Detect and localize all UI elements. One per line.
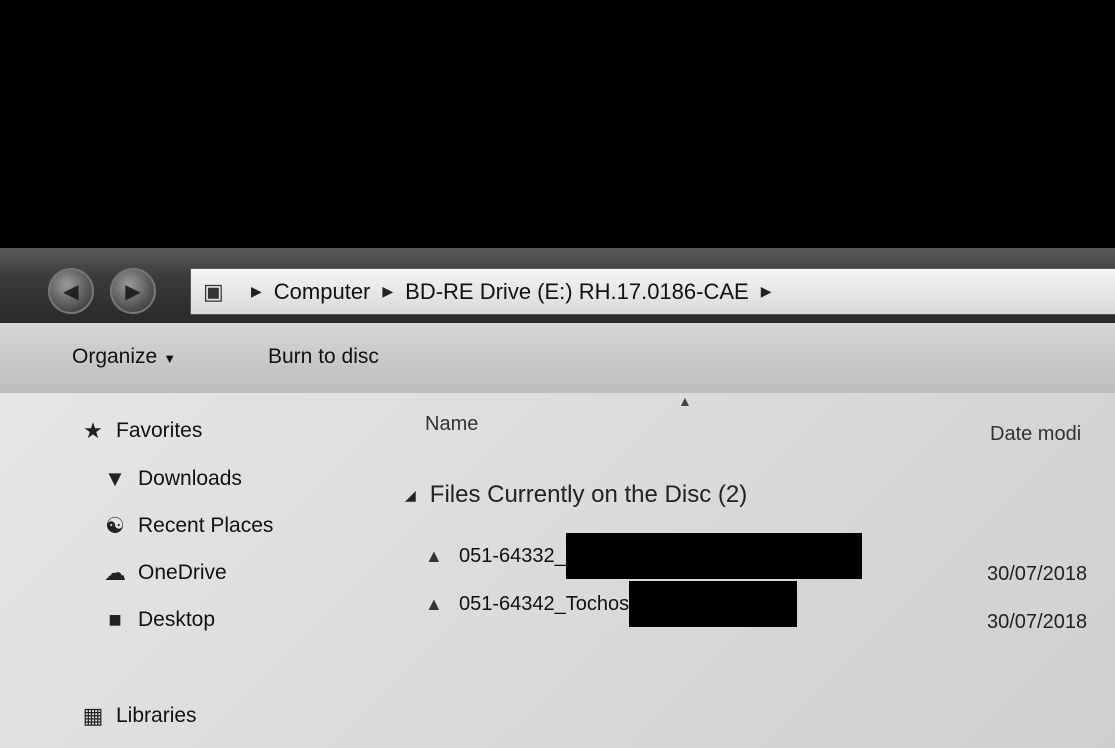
file-name: 051-64342_Tochos [459, 592, 630, 615]
file-row[interactable]: ▲ 051-64332_ [425, 533, 862, 579]
breadcrumb-drive[interactable]: BD-RE Drive (E:) RH.17.0186-CAE [405, 279, 749, 305]
desktop-icon: ■ [108, 607, 122, 632]
redaction-box [565, 533, 862, 579]
nav-downloads[interactable]: ▼ Downloads [100, 466, 242, 492]
organize-button[interactable]: Organize ▼ [72, 345, 176, 369]
file-date: 30/07/2018 [987, 611, 1088, 633]
file-row[interactable]: ▲ 051-64342_Tochos [425, 581, 798, 627]
dark-background [0, 0, 1115, 248]
nav-recent-places-label: Recent Places [138, 514, 274, 537]
file-list-pane: ▲ Name Date modi ◢ Files Currently on th… [390, 393, 1115, 748]
nav-onedrive-label: OneDrive [138, 561, 227, 584]
burn-to-disc-button[interactable]: Burn to disc [268, 345, 379, 369]
explorer-window: ◀ ▶ ▣ ▶ Computer ▶ BD-RE Drive (E:) RH.1… [0, 248, 1115, 748]
column-header-date-modified[interactable]: Date modi [990, 423, 1081, 446]
group-header-label: Files Currently on the Disc (2) [429, 481, 748, 508]
file-icon: ▲ [425, 545, 443, 566]
file-date: 30/07/2018 [987, 563, 1088, 585]
nav-desktop-label: Desktop [138, 608, 216, 631]
file-name: 051-64332_ [459, 544, 566, 567]
downloads-icon: ▼ [104, 466, 126, 491]
cloud-icon: ☁ [104, 560, 126, 585]
navigation-pane: ★ Favorites ▼ Downloads ☯ Recent Places … [0, 393, 390, 748]
recent-places-icon: ☯ [105, 513, 125, 538]
title-bar: ◀ ▶ ▣ ▶ Computer ▶ BD-RE Drive (E:) RH.1… [0, 248, 1115, 323]
collapse-triangle-icon[interactable]: ◢ [405, 487, 416, 504]
drive-icon: ▣ [203, 278, 224, 304]
nav-favorites[interactable]: ★ Favorites [78, 418, 202, 444]
star-icon: ★ [83, 418, 103, 443]
nav-desktop[interactable]: ■ Desktop [100, 607, 215, 633]
nav-libraries[interactable]: ▦ Libraries [78, 703, 197, 729]
nav-downloads-label: Downloads [138, 467, 242, 490]
breadcrumb-separator-icon[interactable]: ▶ [382, 283, 393, 300]
forward-button[interactable]: ▶ [110, 268, 156, 314]
chevron-down-icon: ▼ [163, 351, 177, 366]
column-header-name[interactable]: Name [425, 413, 478, 436]
nav-favorites-label: Favorites [116, 419, 203, 442]
sort-arrow-icon: ▲ [678, 393, 692, 409]
forward-arrow-icon: ▶ [125, 279, 141, 303]
breadcrumb-computer[interactable]: Computer [274, 279, 371, 305]
group-header[interactable]: ◢ Files Currently on the Disc (2) [405, 481, 747, 509]
nav-libraries-label: Libraries [116, 704, 197, 727]
back-button[interactable]: ◀ [48, 268, 94, 314]
breadcrumb-separator-icon[interactable]: ▶ [761, 283, 772, 300]
nav-recent-places[interactable]: ☯ Recent Places [100, 513, 273, 539]
nav-onedrive[interactable]: ☁ OneDrive [100, 560, 227, 586]
organize-label: Organize [72, 345, 158, 368]
content-area: ★ Favorites ▼ Downloads ☯ Recent Places … [0, 393, 1115, 748]
libraries-icon: ▦ [82, 703, 104, 728]
file-icon: ▲ [425, 593, 443, 614]
redaction-box [629, 581, 798, 627]
address-bar[interactable]: ▣ ▶ Computer ▶ BD-RE Drive (E:) RH.17.01… [190, 268, 1115, 315]
breadcrumb-separator-icon[interactable]: ▶ [251, 283, 262, 300]
command-bar: Organize ▼ Burn to disc [0, 323, 1115, 393]
back-arrow-icon: ◀ [63, 279, 79, 303]
